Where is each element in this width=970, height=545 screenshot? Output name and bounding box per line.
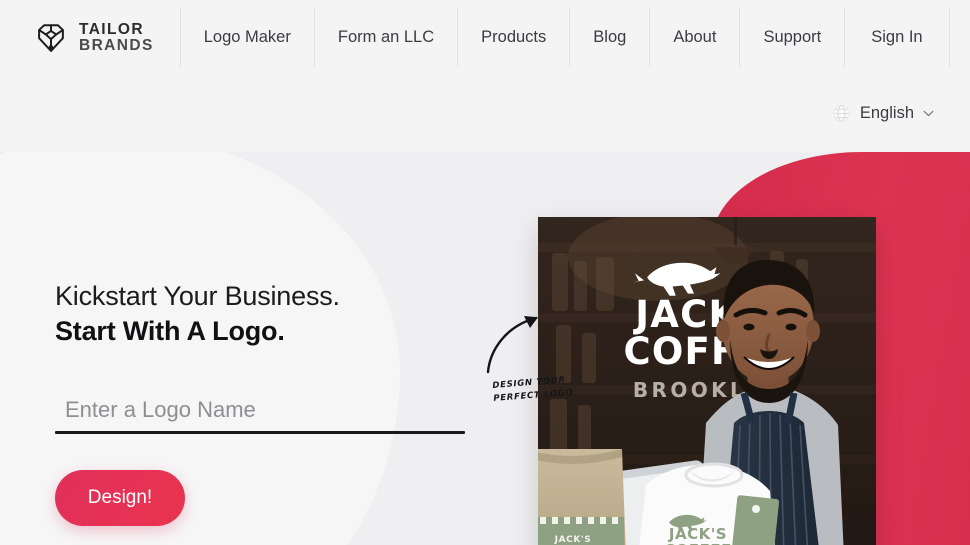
top-navbar: TAILOR BRANDS Logo Maker Form an LLC Pro… <box>0 0 970 75</box>
brand-name-line2: BRANDS <box>79 36 154 54</box>
hero-headline-line1: Kickstart Your Business. <box>55 281 340 311</box>
main-nav: Logo Maker Form an LLC Products Blog Abo… <box>179 7 950 68</box>
landing-page: TAILOR BRANDS Logo Maker Form an LLC Pro… <box>0 0 970 545</box>
nav-item-blog[interactable]: Blog <box>569 7 649 68</box>
nav-item-logo-maker[interactable]: Logo Maker <box>179 7 314 68</box>
globe-icon <box>832 104 850 123</box>
brand-wordmark: TAILOR BRANDS <box>79 20 154 54</box>
site-header: TAILOR BRANDS Logo Maker Form an LLC Pro… <box>0 0 970 152</box>
coffee-bag-mockup: JACK'S COFFEE <box>538 449 626 545</box>
language-selector[interactable]: English <box>830 100 936 127</box>
nav-item-sign-in[interactable]: Sign In <box>844 7 950 68</box>
logo-name-field-wrapper <box>55 397 465 434</box>
chevron-down-icon[interactable] <box>923 110 934 117</box>
hero-headline-line2: Start With A Logo. <box>55 316 285 347</box>
logo-name-input-underline <box>55 431 465 434</box>
nav-item-support[interactable]: Support <box>739 7 844 68</box>
logo-name-input[interactable] <box>55 397 465 431</box>
nav-item-about[interactable]: About <box>649 7 739 68</box>
hero-section: Kickstart Your Business. Start With A Lo… <box>0 152 970 545</box>
brand-name-line1: TAILOR <box>79 20 144 38</box>
shirt-label-line2: COFFEE <box>664 541 732 545</box>
tailor-brands-shield-icon <box>38 23 64 52</box>
design-button[interactable]: Design! <box>55 470 185 526</box>
language-row: English <box>0 75 970 152</box>
bag-label-line1: JACK'S <box>554 535 592 545</box>
nav-item-form-an-llc[interactable]: Form an LLC <box>313 7 457 68</box>
curved-arrow-icon <box>486 316 538 374</box>
hero-copy: Kickstart Your Business. Start With A Lo… <box>55 280 485 348</box>
hero-annotation: DESIGN YOUR PERFECT LOGO <box>480 312 600 406</box>
language-label: English <box>859 104 914 122</box>
brand-logo[interactable]: TAILOR BRANDS <box>32 19 154 57</box>
nav-item-products[interactable]: Products <box>457 7 569 68</box>
